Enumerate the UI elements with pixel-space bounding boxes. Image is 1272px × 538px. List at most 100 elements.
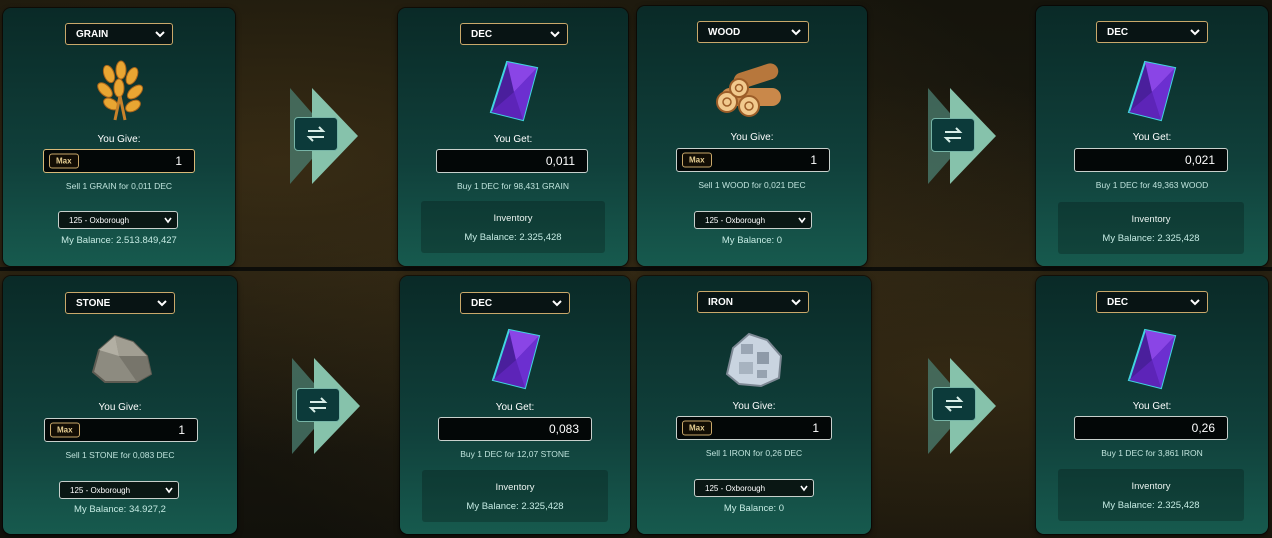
get-resource-value: DEC (1107, 26, 1129, 38)
you-give-label: You Give: (730, 132, 774, 143)
get-resource-select[interactable]: DEC (1096, 21, 1208, 43)
give-amount-value: 1 (175, 154, 182, 168)
max-button[interactable]: Max (49, 153, 79, 169)
chevron-down-icon (157, 300, 167, 307)
give-resource-value: WOOD (708, 26, 741, 38)
give-resource-value: STONE (76, 297, 111, 309)
get-balance-text: My Balance: 2.325,428 (464, 232, 562, 243)
swap-button[interactable] (932, 387, 976, 421)
give-resource-select[interactable]: IRON (697, 291, 809, 313)
give-resource-select[interactable]: GRAIN (65, 23, 173, 45)
grain-icon (97, 60, 144, 121)
give-resource-select[interactable]: STONE (65, 292, 175, 314)
swap-icon (306, 126, 326, 142)
iron-icon (725, 332, 783, 388)
buy-rate-text: Buy 1 DEC for 3,861 IRON (1101, 448, 1203, 458)
get-resource-value: DEC (471, 297, 493, 309)
chevron-down-icon (164, 217, 172, 224)
dec-crystal-icon (1127, 328, 1177, 390)
city-value: 125 - Oxborough (69, 215, 130, 225)
sell-rate-text: Sell 1 WOOD for 0,021 DEC (698, 180, 806, 190)
city-select[interactable]: 125 - Oxborough (59, 481, 179, 499)
chevron-down-icon (1190, 299, 1200, 306)
max-button[interactable]: Max (682, 152, 712, 168)
swap-button[interactable] (294, 117, 338, 151)
give-amount-input[interactable]: Max 1 (43, 149, 195, 173)
chevron-down-icon (798, 217, 806, 224)
you-get-label: You Get: (493, 134, 533, 145)
give-balance-text: My Balance: 0 (723, 503, 785, 514)
stone-icon (91, 334, 153, 383)
inventory-label: Inventory (1131, 481, 1171, 492)
give-amount-value: 1 (810, 153, 817, 167)
you-get-label: You Get: (1132, 401, 1172, 412)
city-value: 125 - Oxborough (70, 485, 131, 495)
inventory-box: Inventory My Balance: 2.325,428 (1058, 202, 1244, 254)
you-give-label: You Give: (97, 134, 141, 145)
get-amount-input[interactable]: 0,083 (438, 417, 592, 441)
max-button[interactable]: Max (682, 420, 712, 436)
give-balance-text: My Balance: 0 (721, 235, 783, 246)
give-panel-iron: IRON You Give: Max 1 Sell 1 IRON for 0,2… (637, 276, 871, 534)
get-resource-select[interactable]: DEC (460, 292, 570, 314)
sell-rate-text: Sell 1 IRON for 0,26 DEC (705, 448, 803, 458)
give-resource-value: IRON (708, 296, 733, 308)
swap-button[interactable] (931, 118, 975, 152)
get-amount-input[interactable]: 0,26 (1074, 416, 1228, 440)
chevron-down-icon (791, 29, 801, 36)
give-balance-text: My Balance: 34.927,2 (74, 504, 166, 515)
get-panel-dec: DEC You Get: 0,021 Buy 1 DEC for 49,363 … (1036, 6, 1268, 266)
get-resource-value: DEC (1107, 296, 1129, 308)
swap-icon (944, 396, 964, 412)
buy-rate-text: Buy 1 DEC for 49,363 WOOD (1095, 180, 1209, 190)
give-panel-grain: GRAIN You Give: Max 1 Sell 1 GRAIN for 0… (3, 8, 235, 266)
give-resource-value: GRAIN (76, 28, 109, 40)
chevron-down-icon (552, 300, 562, 307)
city-select[interactable]: 125 - Oxborough (58, 211, 178, 229)
get-resource-select[interactable]: DEC (460, 23, 568, 45)
get-panel-dec: DEC You Get: 0,26 Buy 1 DEC for 3,861 IR… (1036, 276, 1268, 534)
inventory-box: Inventory My Balance: 2.325,428 (1058, 469, 1244, 521)
city-select[interactable]: 125 - Oxborough (694, 211, 812, 229)
inventory-label: Inventory (495, 482, 535, 493)
chevron-down-icon (550, 31, 560, 38)
get-amount-input[interactable]: 0,021 (1074, 148, 1228, 172)
city-value: 125 - Oxborough (705, 215, 766, 225)
dec-crystal-icon (489, 60, 539, 122)
give-balance-text: My Balance: 2.513.849,427 (61, 235, 177, 246)
get-balance-text: My Balance: 2.325,428 (1102, 233, 1200, 244)
give-amount-value: 1 (178, 423, 185, 437)
you-get-label: You Get: (1132, 132, 1172, 143)
sell-rate-text: Sell 1 STONE for 0,083 DEC (65, 450, 175, 460)
max-button[interactable]: Max (50, 422, 80, 438)
give-amount-value: 1 (812, 421, 819, 435)
dec-crystal-icon (491, 328, 541, 390)
give-amount-input[interactable]: Max 1 (676, 416, 832, 440)
chevron-down-icon (791, 299, 801, 306)
get-amount-value: 0,083 (548, 422, 579, 436)
inventory-box: Inventory My Balance: 2.325,428 (421, 201, 605, 253)
you-give-label: You Give: (732, 401, 776, 412)
you-give-label: You Give: (98, 402, 142, 413)
swap-icon (308, 397, 328, 413)
chevron-down-icon (1190, 29, 1200, 36)
give-panel-wood: WOOD You Give: Max 1 Sell 1 WOOD for 0,0… (637, 6, 867, 266)
inventory-box: Inventory My Balance: 2.325,428 (422, 470, 608, 522)
give-resource-select[interactable]: WOOD (697, 21, 809, 43)
you-get-label: You Get: (495, 402, 535, 413)
get-resource-select[interactable]: DEC (1096, 291, 1208, 313)
buy-rate-text: Buy 1 DEC for 98,431 GRAIN (457, 181, 569, 191)
give-panel-stone: STONE You Give: Max 1 Sell 1 STONE for 0… (3, 276, 237, 534)
get-balance-text: My Balance: 2.325,428 (466, 501, 564, 512)
wood-icon (716, 63, 781, 117)
give-amount-input[interactable]: Max 1 (676, 148, 830, 172)
chevron-down-icon (165, 487, 173, 494)
city-value: 125 - Oxborough (705, 483, 766, 493)
get-balance-text: My Balance: 2.325,428 (1102, 500, 1200, 511)
swap-button[interactable] (296, 388, 340, 422)
city-select[interactable]: 125 - Oxborough (694, 479, 814, 497)
get-amount-input[interactable]: 0,011 (436, 149, 588, 173)
give-amount-input[interactable]: Max 1 (44, 418, 198, 442)
get-amount-value: 0,011 (545, 154, 575, 168)
get-panel-dec: DEC You Get: 0,083 Buy 1 DEC for 12,07 S… (400, 276, 630, 534)
